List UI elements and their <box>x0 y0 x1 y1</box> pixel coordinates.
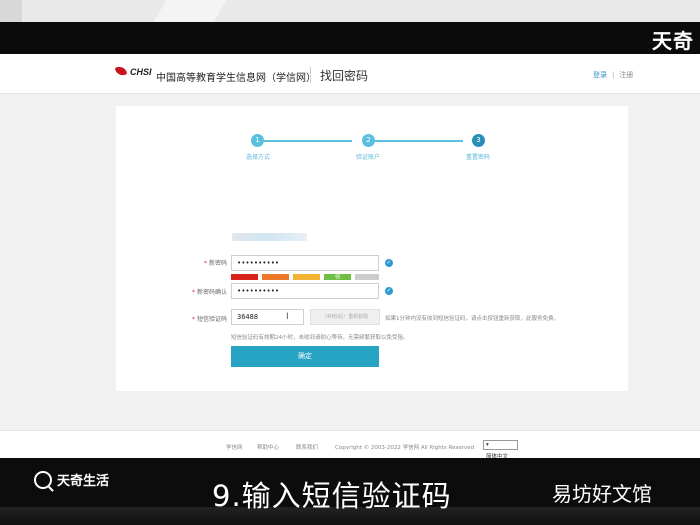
check-icon: ✓ <box>385 287 393 295</box>
sms-code-label: * 短信验证码 <box>191 316 227 323</box>
chsi-bird-icon <box>114 64 128 80</box>
strength-bar-2 <box>262 274 289 280</box>
browser-screen: CHSI 中国高等教育学生信息网（学信网） 找回密码 登录 | 注册 1 2 3 选… <box>0 54 700 460</box>
sms-hint: 如果1分钟内没有收到短信验证码，请点击按钮重新获取，此服务免费。 <box>385 316 560 322</box>
step-connector-2 <box>375 140 463 142</box>
step-3-label: 重置密码 <box>465 154 490 161</box>
chsi-logo[interactable]: CHSI <box>114 64 152 80</box>
text-cursor-icon: I <box>286 312 289 322</box>
sms-code-input[interactable]: 36488 <box>231 309 304 325</box>
strength-bar-5 <box>355 274 379 280</box>
site-footer: 学信网 帮助中心 联系我们 Copyright © 2003-2022 学信网 … <box>0 430 700 460</box>
step-2-dot: 2 <box>362 134 375 147</box>
brand-left: 天奇生活 <box>34 470 109 489</box>
check-icon: ✓ <box>385 259 393 267</box>
step-3-dot: 3 <box>472 134 485 147</box>
footer-link-chsi[interactable]: 学信网 <box>226 443 243 451</box>
step-1-label: 选择方式 <box>245 154 270 161</box>
site-name: 中国高等教育学生信息网（学信网） <box>156 73 316 84</box>
masked-account <box>232 233 307 241</box>
resend-code-button[interactable]: （40秒后）重新获取 <box>310 309 380 325</box>
page-title: 找回密码 <box>320 69 369 83</box>
desk-edge <box>0 0 22 22</box>
step-1-dot: 1 <box>251 134 264 147</box>
auth-links: 登录 | 注册 <box>593 70 633 80</box>
language-select[interactable]: 简体中文 ▾ <box>483 440 518 460</box>
paper-corner <box>153 0 227 22</box>
brand-left-text: 天奇生活 <box>57 474 110 489</box>
desk-background <box>0 0 700 22</box>
watermark-bottom-right: 易坊好文馆 <box>552 482 652 506</box>
strength-bar-4: 强 <box>324 274 351 280</box>
strength-bar-3 <box>293 274 320 280</box>
confirm-password-label: * 新密码确认 <box>191 289 227 296</box>
validity-hint: 短信验证码有效期24小时，未收到请耐心等待，无需频繁获取以免受阻。 <box>231 335 409 341</box>
auth-separator: | <box>612 71 615 79</box>
footer-link-contact[interactable]: 联系我们 <box>296 443 318 451</box>
site-header: CHSI 中国高等教育学生信息网（学信网） 找回密码 登录 | 注册 <box>0 54 700 94</box>
confirm-password-input[interactable]: •••••••••• <box>231 283 379 299</box>
search-q-icon <box>34 470 52 489</box>
confirm-button[interactable]: 确定 <box>231 346 379 367</box>
register-link[interactable]: 注册 <box>619 71 633 79</box>
login-link[interactable]: 登录 <box>593 71 607 79</box>
header-divider <box>310 67 311 83</box>
top-black-band <box>0 22 700 54</box>
progress-steps: 1 2 3 选择方式 验证账户 重置密码 <box>116 134 628 174</box>
reset-password-card: 1 2 3 选择方式 验证账户 重置密码 * 新密码 •••••••••• ✓ 强… <box>116 106 628 391</box>
new-password-input[interactable]: •••••••••• <box>231 255 379 271</box>
step-2-label: 验证账户 <box>355 154 380 161</box>
watermark-top: 天奇 <box>652 29 694 53</box>
footer-copyright: Copyright © 2003-2022 学信网 All Rights Res… <box>335 445 475 451</box>
new-password-label: * 新密码 <box>203 260 227 267</box>
step-connector-1 <box>264 140 352 142</box>
footer-link-help[interactable]: 帮助中心 <box>257 443 279 451</box>
logo-text: CHSI <box>130 67 152 77</box>
video-subtitle: 9.输入短信验证码 <box>212 479 452 513</box>
strength-bar-1 <box>231 274 258 280</box>
